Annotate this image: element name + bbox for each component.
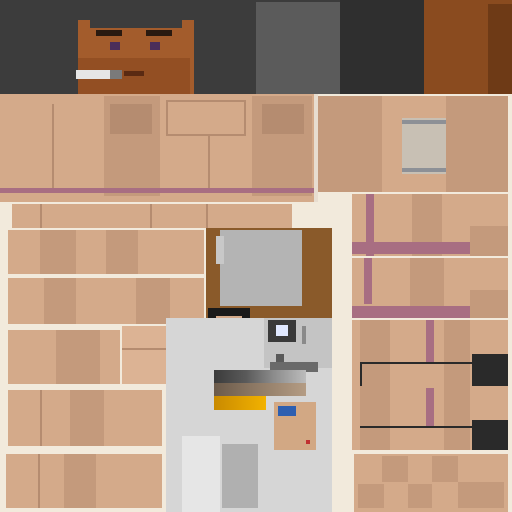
- torso-seam-2: [208, 136, 210, 188]
- head-side-gray: [256, 2, 340, 94]
- right-leg-2-shade3: [458, 482, 504, 508]
- right-arm-side-2-shade: [470, 290, 508, 318]
- right-leg-1-line2: [360, 426, 474, 428]
- left-eye: [110, 42, 120, 50]
- screen-icon-light: [276, 325, 288, 336]
- hip-strip: [12, 204, 292, 228]
- canister-rim-top: [402, 120, 446, 124]
- torso-collar: [166, 100, 246, 102]
- arm-panel-2-shade2: [136, 278, 170, 324]
- torso-collar-l: [166, 100, 168, 136]
- hair-fringe: [90, 18, 182, 28]
- canister-rim-bottom: [402, 168, 446, 172]
- leg-panel-1-shade: [70, 390, 104, 446]
- belt-stripe: [0, 188, 314, 193]
- right-leg-1-vstripe2: [426, 388, 434, 428]
- right-eyebrow: [146, 30, 172, 36]
- gradient-bar-tan: [214, 383, 306, 396]
- torso-pocket-right: [262, 104, 304, 134]
- hip-seam-1: [40, 204, 42, 228]
- hip-seam-3: [206, 204, 208, 228]
- right-arm-2-hstripe: [352, 306, 470, 318]
- right-leg-2-shade5: [408, 484, 432, 508]
- hud-screen-tab: [216, 236, 224, 264]
- right-leg-2-shade4: [358, 484, 384, 508]
- left-eyebrow: [96, 30, 122, 36]
- torso-seam-1: [52, 104, 54, 188]
- head-back-brown-edge: [488, 4, 512, 94]
- head-side-dark: [340, 0, 424, 94]
- chip-icon: [278, 406, 296, 416]
- pocket-dot: [306, 440, 310, 444]
- hud-screen: [220, 230, 302, 306]
- arm-panel-1-shade: [40, 230, 76, 274]
- device-panel-light: [182, 436, 220, 512]
- right-leg-1-vstripe: [426, 320, 434, 364]
- dark-block-1: [472, 354, 508, 386]
- right-arm-side-shade: [470, 226, 508, 256]
- torso-collar-r: [244, 100, 246, 136]
- mouth: [124, 71, 144, 76]
- torso-collar-b: [166, 134, 246, 136]
- right-arm-1-hstripe: [352, 242, 470, 254]
- right-leg-1-line: [360, 362, 474, 364]
- device-panel-dark: [222, 444, 258, 508]
- arm-panel-2-shade: [44, 278, 76, 324]
- cigarette-filter: [110, 70, 122, 79]
- leg-panel-2-seam: [38, 454, 40, 508]
- right-leg-2-shade: [382, 456, 408, 482]
- gold-bar: [214, 396, 266, 410]
- leg-panel-2-shade: [64, 454, 96, 508]
- right-leg-2-shade2: [432, 456, 458, 482]
- right-eye: [150, 42, 160, 50]
- arm-panel-3-shade: [56, 330, 100, 384]
- backpack-canister: [402, 118, 446, 174]
- dark-block-2: [472, 420, 508, 450]
- device-pin: [302, 326, 306, 344]
- torso-pocket-left: [110, 104, 152, 134]
- arm-panel-1-shade2: [106, 230, 138, 274]
- right-leg-1-shade2: [444, 320, 470, 450]
- leg-panel-1-seam: [40, 390, 42, 446]
- right-leg-1-shade: [360, 320, 390, 450]
- hip-seam-2: [150, 204, 152, 228]
- right-arm-2-vstripe: [364, 258, 372, 304]
- right-leg-1-tick: [360, 362, 362, 386]
